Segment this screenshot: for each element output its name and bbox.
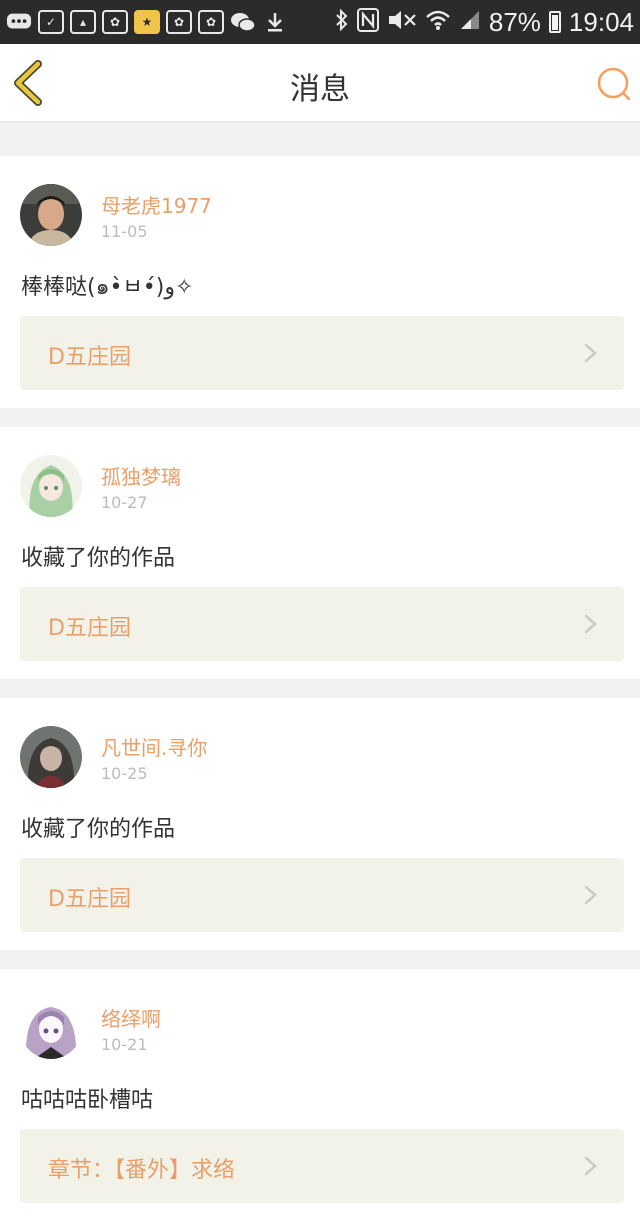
chevron-right-icon xyxy=(584,1156,597,1176)
username[interactable]: 母老虎1977 xyxy=(101,190,212,219)
chevron-right-icon xyxy=(584,343,597,363)
avatar[interactable] xyxy=(20,455,82,517)
message-card: 络绎啊 10-21 咕咕咕卧槽咕 章节：【番外】求络 xyxy=(0,969,640,1221)
username[interactable]: 络绎啊 xyxy=(101,1003,161,1032)
username[interactable]: 凡世间.寻你 xyxy=(101,732,207,761)
image-icon: ▴ xyxy=(70,10,96,34)
message-text: 收藏了你的作品 xyxy=(21,817,176,842)
bluetooth-icon xyxy=(335,8,349,36)
baidu-paw-icon: ✿ xyxy=(102,10,128,34)
battery-icon xyxy=(548,11,561,33)
work-link[interactable]: D五庄园 xyxy=(20,587,624,661)
battery-percent: 87% xyxy=(488,6,541,37)
work-title: 章节：【番外】求络 xyxy=(48,1158,236,1183)
work-title: D五庄园 xyxy=(48,887,131,912)
work-link[interactable]: 章节：【番外】求络 xyxy=(20,1129,624,1203)
chevron-right-icon xyxy=(584,885,597,905)
task-check-icon: ✓ xyxy=(38,10,64,34)
mute-icon xyxy=(387,9,417,36)
baidu-paw-icon-3: ✿ xyxy=(198,10,224,34)
work-link[interactable]: D五庄园 xyxy=(20,858,624,932)
work-title: D五庄园 xyxy=(48,345,131,370)
status-bar: ✓ ▴ ✿ ★ ✿ ✿ 87% 19:04 xyxy=(0,0,640,44)
system-icons: 87% 19:04 xyxy=(335,7,640,38)
message-text: 棒棒哒(๑•̀ㅂ•́)و✧ xyxy=(21,275,194,300)
notification-icons: ✓ ▴ ✿ ★ ✿ ✿ xyxy=(0,10,288,34)
page-title: 消息 xyxy=(290,72,350,107)
message-date: 11-05 xyxy=(101,222,148,241)
message-text: 咕咕咕卧槽咕 xyxy=(21,1088,154,1113)
chat-bubble-icon xyxy=(6,10,32,34)
message-card: 凡世间.寻你 10-25 收藏了你的作品 D五庄园 xyxy=(0,698,640,950)
message-card: 母老虎1977 11-05 棒棒哒(๑•̀ㅂ•́)و✧ D五庄园 xyxy=(0,156,640,408)
clock: 19:04 xyxy=(568,6,634,37)
search-button[interactable] xyxy=(596,66,632,102)
work-link[interactable]: D五庄园 xyxy=(20,316,624,390)
username[interactable]: 孤独梦璃 xyxy=(101,461,181,490)
message-card: 孤独梦璃 10-27 收藏了你的作品 D五庄园 xyxy=(0,427,640,679)
star-app-icon: ★ xyxy=(134,10,160,34)
search-icon xyxy=(597,67,631,101)
navigation-bar: 消息 xyxy=(0,44,640,123)
message-date: 10-21 xyxy=(101,1035,148,1054)
wechat-icon xyxy=(230,10,256,34)
message-date: 10-27 xyxy=(101,493,148,512)
avatar[interactable] xyxy=(20,726,82,788)
message-date: 10-25 xyxy=(101,764,148,783)
nfc-icon xyxy=(356,7,379,37)
signal-icon xyxy=(459,9,481,36)
avatar[interactable] xyxy=(20,184,82,246)
work-title: D五庄园 xyxy=(48,616,131,641)
baidu-paw-icon-2: ✿ xyxy=(166,10,192,34)
wifi-icon xyxy=(425,9,451,36)
avatar[interactable] xyxy=(20,997,82,1059)
message-text: 收藏了你的作品 xyxy=(21,546,176,571)
download-icon xyxy=(262,10,288,34)
chevron-right-icon xyxy=(584,614,597,634)
